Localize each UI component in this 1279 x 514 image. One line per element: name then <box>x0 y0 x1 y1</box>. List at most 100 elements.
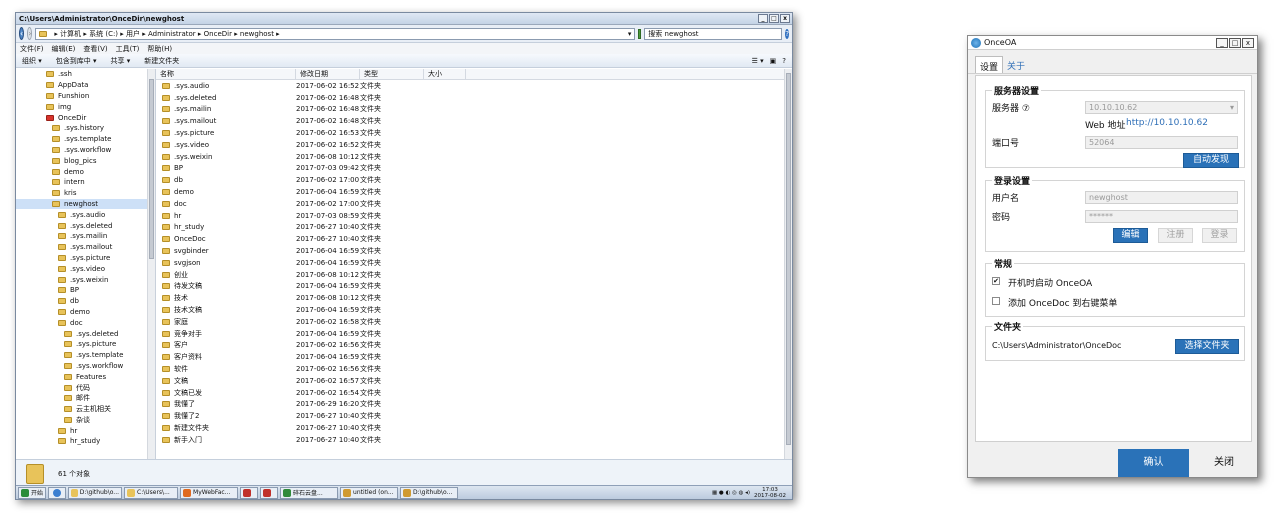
tree-item[interactable]: db <box>16 296 155 307</box>
ie-icon[interactable] <box>48 486 67 499</box>
forward-icon[interactable]: › <box>27 27 33 40</box>
tree-scrollbar[interactable] <box>147 69 155 459</box>
tree-item[interactable]: img <box>16 101 155 112</box>
file-row[interactable]: svgjson 2017-06-04 16:59 文件夹 <box>156 257 792 269</box>
tree-item[interactable]: kris <box>16 188 155 199</box>
new-folder-button[interactable]: 新建文件夹 <box>144 56 179 66</box>
column-modified[interactable]: 修改日期 <box>296 69 360 79</box>
tree-item[interactable]: demo <box>16 307 155 318</box>
tree-item[interactable]: .ssh <box>16 69 155 80</box>
file-row[interactable]: .sys.mailin 2017-06-02 16:48 文件夹 <box>156 104 792 116</box>
tab-about[interactable]: 关于 <box>1003 56 1029 73</box>
file-row[interactable]: 我懂了2 2017-06-27 10:40 文件夹 <box>156 410 792 422</box>
file-row[interactable]: 竞争对手 2017-06-04 16:59 文件夹 <box>156 328 792 340</box>
explorer-titlebar[interactable]: C:\Users\Administrator\OnceDir\newghost … <box>16 13 792 25</box>
tree-item[interactable]: hr_study <box>16 436 155 447</box>
file-scrollbar[interactable] <box>784 69 792 459</box>
context-menu-checkbox[interactable] <box>992 297 1000 305</box>
tree-item[interactable]: demo <box>16 166 155 177</box>
file-row[interactable]: 我懂了 2017-06-29 16:20 文件夹 <box>156 399 792 411</box>
tree-item[interactable]: hr <box>16 425 155 436</box>
tree-item[interactable]: .sys.template <box>16 350 155 361</box>
menu-item[interactable]: 查看(V) <box>83 44 107 54</box>
taskbar-item[interactable]: C:\Users\... <box>124 486 179 499</box>
choose-folder-button[interactable]: 选择文件夹 <box>1175 339 1239 354</box>
file-row[interactable]: 文稿 2017-06-02 16:57 文件夹 <box>156 375 792 387</box>
server-select[interactable]: 10.10.10.62 ▾ <box>1085 101 1238 114</box>
start-button[interactable]: 开始 <box>18 486 47 499</box>
file-row[interactable]: 新建文件夹 2017-06-27 10:40 文件夹 <box>156 422 792 434</box>
tree-item[interactable]: doc <box>16 317 155 328</box>
tree-item[interactable]: .sys.deleted <box>16 220 155 231</box>
taskbar-item[interactable]: MyWebFac... <box>180 486 239 499</box>
taskbar-item[interactable]: D:\github\o... <box>400 486 459 499</box>
column-name[interactable]: 名称 <box>156 69 296 79</box>
view-options-icon[interactable]: ☰ ▾ <box>752 57 764 65</box>
file-row[interactable]: 新手入门 2017-06-27 10:40 文件夹 <box>156 434 792 446</box>
column-type[interactable]: 类型 <box>360 69 424 79</box>
username-field[interactable]: newghost <box>1085 191 1238 204</box>
file-row[interactable]: svgbinder 2017-06-04 16:59 文件夹 <box>156 245 792 257</box>
edit-button[interactable]: 编辑 <box>1113 228 1148 243</box>
file-row[interactable]: 家庭 2017-06-02 16:58 文件夹 <box>156 316 792 328</box>
maximize-button[interactable]: □ <box>1229 37 1241 48</box>
tree-item[interactable]: .sys.workflow <box>16 361 155 372</box>
tree-item[interactable]: .sys.picture <box>16 253 155 264</box>
close-dialog-button[interactable]: 关闭 <box>1189 449 1259 477</box>
file-row[interactable]: 创业 2017-06-08 10:12 文件夹 <box>156 269 792 281</box>
port-field[interactable]: 52064 <box>1085 136 1238 149</box>
tree-item[interactable]: blog_pics <box>16 155 155 166</box>
dialog-titlebar[interactable]: OnceOA _ □ x <box>968 36 1257 50</box>
tree-item[interactable]: .sys.deleted <box>16 328 155 339</box>
file-row[interactable]: 待发文稿 2017-06-04 16:59 文件夹 <box>156 281 792 293</box>
file-row[interactable]: demo 2017-06-04 16:59 文件夹 <box>156 186 792 198</box>
maximize-button[interactable]: □ <box>769 14 779 23</box>
menu-item[interactable]: 编辑(E) <box>52 44 76 54</box>
confirm-button[interactable]: 确认 <box>1118 449 1189 477</box>
file-row[interactable]: .sys.weixin 2017-06-08 10:12 文件夹 <box>156 151 792 163</box>
menu-item[interactable]: 工具(T) <box>116 44 140 54</box>
tree-item[interactable]: .sys.mailin <box>16 231 155 242</box>
file-row[interactable]: 客户资料 2017-06-04 16:59 文件夹 <box>156 351 792 363</box>
preview-pane-icon[interactable]: ▣ <box>770 57 777 65</box>
menu-item[interactable]: 帮助(H) <box>147 44 172 54</box>
taskbar-item[interactable]: untitled (on... <box>340 486 399 499</box>
tab-settings[interactable]: 设置 <box>975 56 1004 73</box>
auto-discover-button[interactable]: 自动发现 <box>1183 153 1239 168</box>
tree-item[interactable]: OnceDir <box>16 112 155 123</box>
autostart-label[interactable]: 开机时启动 OnceOA <box>1008 276 1092 289</box>
tree-item[interactable]: 代码 <box>16 382 155 393</box>
file-row[interactable]: .sys.audio 2017-06-02 16:52 文件夹 <box>156 80 792 92</box>
tree-item[interactable]: AppData <box>16 80 155 91</box>
tree-item[interactable]: 邮件 <box>16 393 155 404</box>
file-row[interactable]: 文稿已发 2017-06-02 16:54 文件夹 <box>156 387 792 399</box>
minimize-button[interactable]: _ <box>1216 37 1228 48</box>
file-row[interactable]: 软件 2017-06-02 16:56 文件夹 <box>156 363 792 375</box>
column-size[interactable]: 大小 <box>424 69 466 79</box>
file-scroll-thumb[interactable] <box>786 73 791 445</box>
taskbar-item[interactable] <box>260 486 279 499</box>
web-address-link[interactable]: http://10.10.10.62 <box>1126 118 1208 128</box>
tree-item[interactable]: BP <box>16 285 155 296</box>
file-row[interactable]: doc 2017-06-02 17:00 文件夹 <box>156 198 792 210</box>
file-row[interactable]: 技术 2017-06-08 10:12 文件夹 <box>156 292 792 304</box>
help-icon[interactable]: ? <box>785 28 789 39</box>
tree-item[interactable]: intern <box>16 177 155 188</box>
tree-item[interactable]: Features <box>16 371 155 382</box>
tree-item[interactable]: .sys.mailout <box>16 242 155 253</box>
tree-scroll-thumb[interactable] <box>149 79 154 259</box>
chevron-down-icon[interactable]: ▾ <box>628 30 632 38</box>
file-row[interactable]: db 2017-06-02 17:00 文件夹 <box>156 174 792 186</box>
file-row[interactable]: 客户 2017-06-02 16:56 文件夹 <box>156 340 792 352</box>
file-row[interactable]: BP 2017-07-03 09:42 文件夹 <box>156 163 792 175</box>
taskbar-item[interactable]: D:\github\o... <box>68 486 123 499</box>
include-in-library-button[interactable]: 包含到库中 ▾ <box>56 56 97 66</box>
back-icon[interactable]: ‹ <box>19 27 25 40</box>
file-row[interactable]: .sys.video 2017-06-02 16:52 文件夹 <box>156 139 792 151</box>
file-row[interactable]: .sys.deleted 2017-06-02 16:48 文件夹 <box>156 92 792 104</box>
tree-item[interactable]: .sys.history <box>16 123 155 134</box>
password-field[interactable]: ****** <box>1085 210 1238 223</box>
register-button[interactable]: 注册 <box>1158 228 1193 243</box>
organize-button[interactable]: 组织 ▾ <box>22 56 42 66</box>
close-button[interactable]: x <box>1242 37 1254 48</box>
